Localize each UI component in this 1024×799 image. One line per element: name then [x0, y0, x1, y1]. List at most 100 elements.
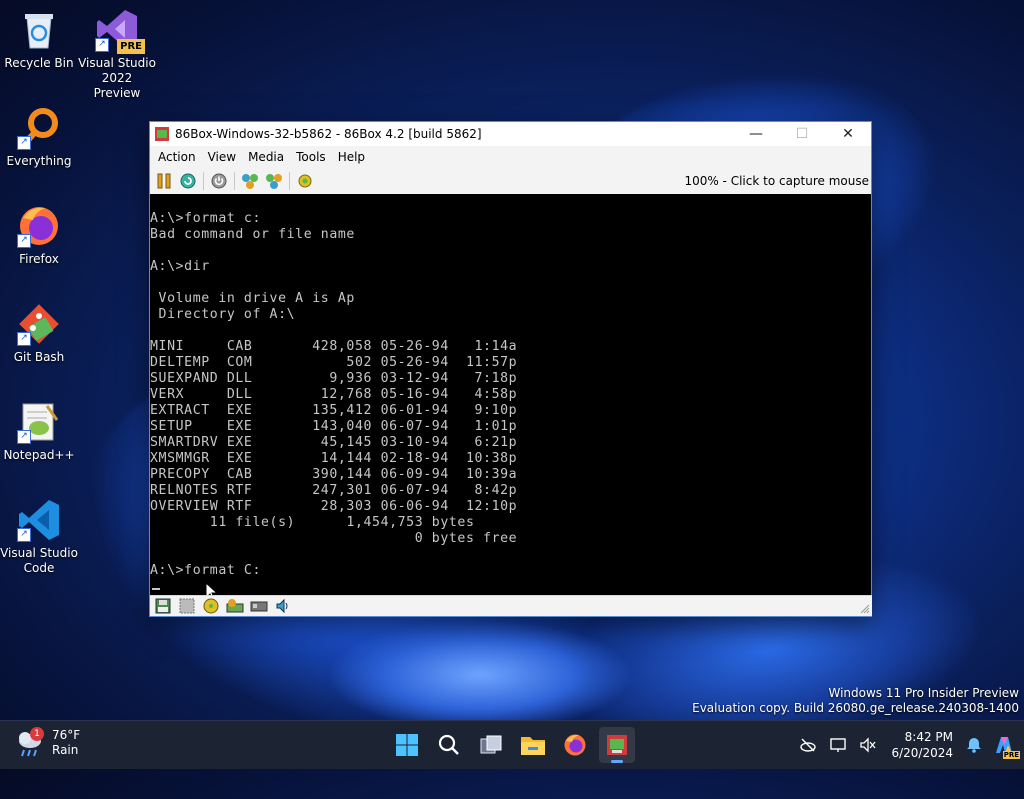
floppy-empty-icon [179, 598, 195, 614]
title-bar[interactable]: 86Box-Windows-32-b5862 - 86Box 4.2 [buil… [150, 122, 871, 146]
reset-button[interactable] [178, 171, 198, 191]
power-icon [211, 173, 227, 189]
settings-button[interactable] [295, 171, 315, 191]
shortcut-arrow-icon: ↗ [17, 234, 31, 248]
desktop-icon-label: Visual Studio 2022 Preview [78, 56, 156, 100]
system-tray: 8:42 PM 6/20/2024 PRE [793, 721, 1024, 769]
task-view-icon [480, 735, 502, 754]
volume-tray-button[interactable] [856, 733, 880, 757]
menu-view[interactable]: View [202, 150, 242, 164]
close-button[interactable]: ✕ [825, 122, 871, 146]
shortcut-arrow-icon: ↗ [95, 38, 109, 52]
weather-widget[interactable]: 1 76°F Rain [14, 727, 80, 759]
toolbar: 100% - Click to capture mouse [150, 168, 871, 195]
menu-help[interactable]: Help [332, 150, 371, 164]
windows-evaluation-watermark: Windows 11 Pro Insider Preview Evaluatio… [692, 686, 1019, 716]
desktop-icon-recycle-bin[interactable]: Recycle Bin [0, 8, 78, 71]
power-button[interactable] [209, 171, 229, 191]
reset-icon [180, 173, 196, 189]
search-button[interactable] [431, 727, 467, 763]
network-card-icon [250, 601, 268, 612]
minimize-button[interactable]: — [733, 122, 779, 146]
network-tray-button[interactable] [796, 733, 820, 757]
floppy-drive-status[interactable] [153, 597, 173, 615]
preview-badge: PRE [117, 39, 145, 54]
desktop-icon-label: Recycle Bin [4, 56, 74, 70]
desktop-icon-notepad-plus-plus[interactable]: ↗ Notepad++ [0, 400, 78, 463]
visual-studio-icon: PRE ↗ [95, 8, 145, 54]
monitor-icon [830, 738, 847, 752]
menu-action[interactable]: Action [152, 150, 202, 164]
emulator-screen[interactable]: A:\>format c: Bad command or file name A… [150, 194, 871, 595]
bell-icon [967, 738, 981, 753]
mouse-pointer-icon [205, 582, 219, 595]
shortcut-arrow-icon: ↗ [17, 528, 31, 542]
shortcut-arrow-icon: ↗ [17, 332, 31, 346]
menu-tools[interactable]: Tools [290, 150, 332, 164]
keyboard-combo-icon [242, 174, 258, 189]
menu-media[interactable]: Media [242, 150, 290, 164]
taskbar-clock[interactable]: 8:42 PM 6/20/2024 [891, 729, 953, 761]
network-status[interactable] [249, 597, 269, 615]
start-button[interactable] [389, 727, 425, 763]
ctrl-alt-del-button[interactable] [240, 171, 260, 191]
86box-taskbar-button[interactable] [599, 727, 635, 763]
task-view-button[interactable] [473, 727, 509, 763]
copilot-button[interactable]: PRE [992, 733, 1020, 759]
watermark-build: Evaluation copy. Build 26080.ge_release.… [692, 701, 1019, 715]
taskbar: 1 76°F Rain 8:42 PM 6/20/2024 PRE [0, 720, 1024, 769]
display-tray-button[interactable] [826, 733, 850, 757]
wallpaper-bloom [330, 620, 630, 730]
keyboard-combo-icon [266, 174, 282, 189]
rain-cloud-icon: 1 [14, 727, 46, 759]
cloud-offline-icon [800, 738, 817, 752]
floppy-drive-2-status[interactable] [177, 597, 197, 615]
cdrom-drive-status[interactable] [201, 597, 221, 615]
speaker-icon [276, 598, 288, 614]
pause-icon [157, 173, 171, 189]
desktop-icon-label: Notepad++ [3, 448, 75, 462]
desktop-icon-everything[interactable]: ↗ Everything [0, 106, 78, 169]
window-title: 86Box-Windows-32-b5862 - 86Box 4.2 [buil… [175, 127, 482, 141]
watermark-edition: Windows 11 Pro Insider Preview [828, 686, 1019, 700]
weather-notification-badge: 1 [30, 727, 44, 741]
firefox-icon: ↗ [17, 204, 61, 248]
status-bar [150, 595, 872, 616]
maximize-button[interactable]: ☐ [779, 122, 825, 146]
everything-search-icon: ↗ [17, 106, 61, 150]
notifications-button[interactable] [962, 733, 986, 757]
clock-time: 8:42 PM [904, 730, 953, 744]
hard-disk-status[interactable] [225, 597, 245, 615]
desktop-icon-firefox[interactable]: ↗ Firefox [0, 204, 78, 267]
pause-button[interactable] [154, 171, 174, 191]
clock-date: 6/20/2024 [891, 746, 953, 760]
git-bash-icon: ↗ [17, 302, 61, 346]
notepad-plus-plus-icon: ↗ [17, 400, 61, 444]
weather-condition: Rain [52, 743, 79, 757]
firefox-icon [564, 734, 586, 756]
floppy-disk-icon [155, 598, 171, 614]
86box-window[interactable]: 86Box-Windows-32-b5862 - 86Box 4.2 [buil… [149, 121, 872, 617]
file-explorer-button[interactable] [515, 727, 551, 763]
windows-start-icon [396, 734, 418, 756]
cdrom-icon [203, 598, 219, 614]
desktop-icon-visual-studio-preview[interactable]: PRE ↗ Visual Studio 2022 Preview [78, 8, 156, 101]
vscode-icon: ↗ [17, 498, 61, 542]
capture-mouse-hint[interactable]: 100% - Click to capture mouse [684, 174, 869, 188]
weather-temperature: 76°F [52, 728, 81, 742]
shortcut-arrow-icon: ↗ [17, 136, 31, 150]
taskbar-pinned-apps [386, 727, 638, 763]
sound-status[interactable] [273, 597, 293, 615]
86box-app-icon [155, 127, 169, 141]
resize-grip-icon[interactable] [860, 604, 870, 614]
search-icon [438, 734, 459, 755]
hard-disk-icon [226, 599, 244, 613]
desktop-icon-vscode[interactable]: ↗ Visual Studio Code [0, 498, 78, 576]
folder-icon [521, 737, 545, 755]
86box-app-icon [607, 735, 627, 755]
ctrl-alt-esc-button[interactable] [264, 171, 284, 191]
firefox-taskbar-button[interactable] [557, 727, 593, 763]
settings-gear-icon [298, 174, 312, 188]
text-caret [152, 588, 160, 590]
desktop-icon-git-bash[interactable]: ↗ Git Bash [0, 302, 78, 365]
